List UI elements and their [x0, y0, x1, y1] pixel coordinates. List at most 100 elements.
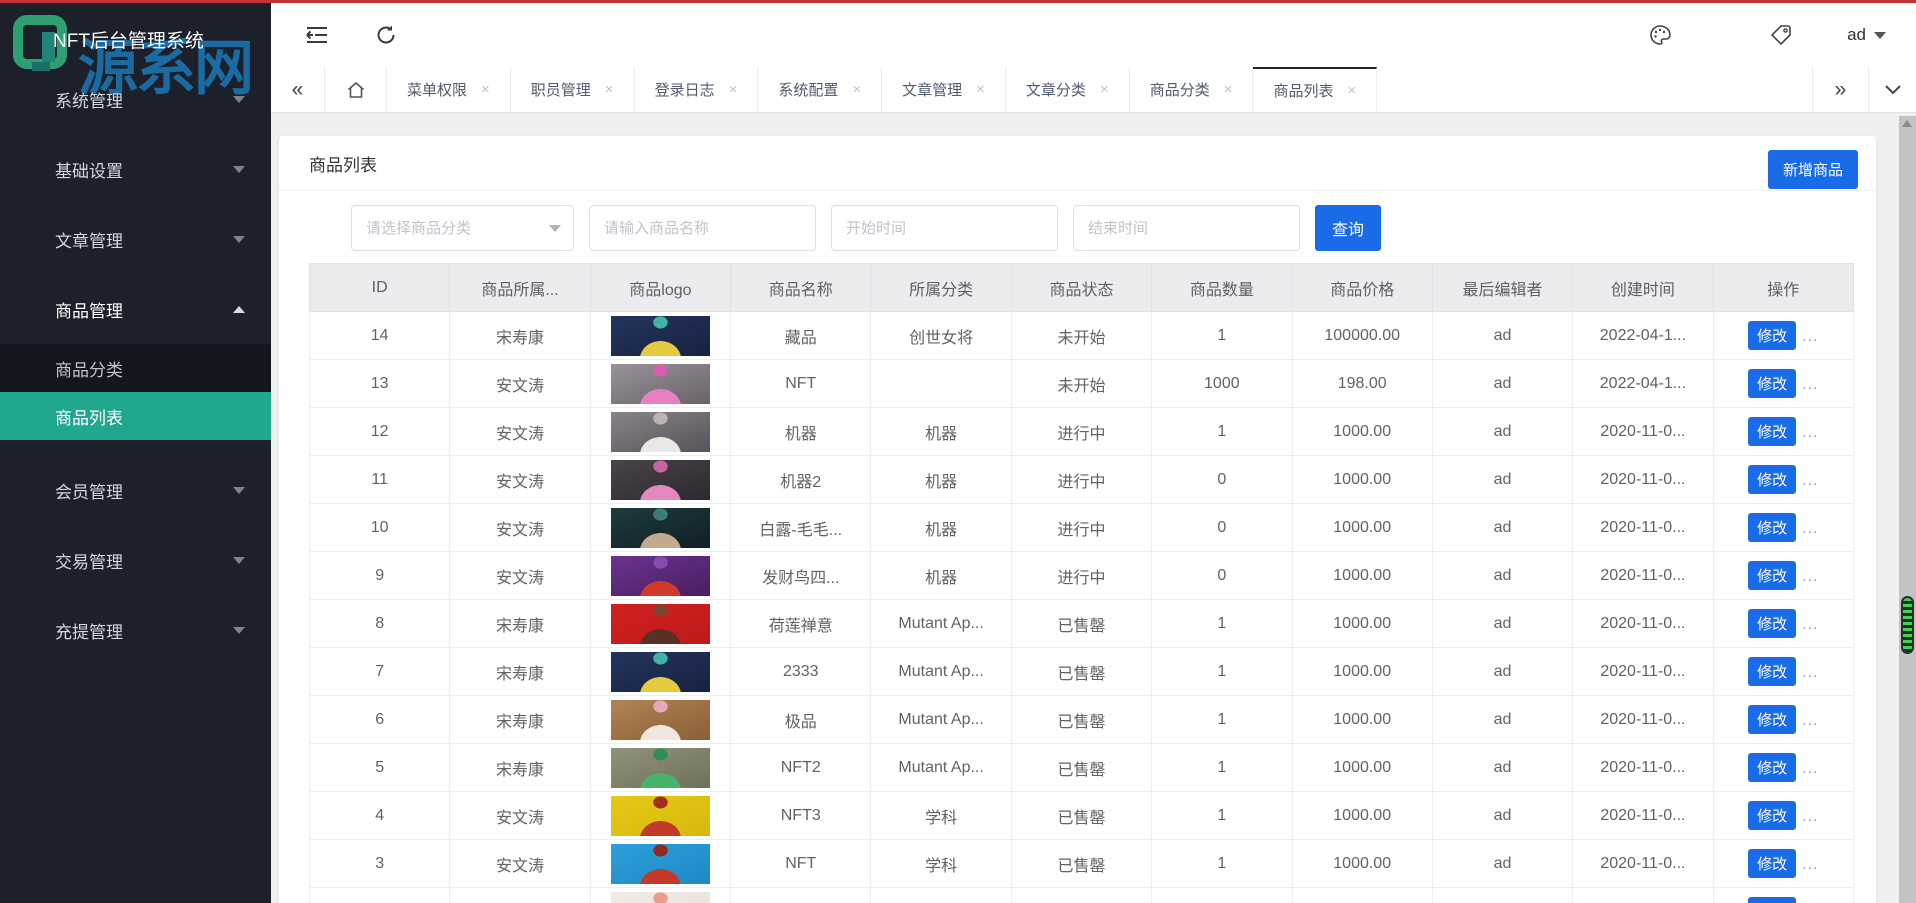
more-actions-icon[interactable]: ...: [1802, 760, 1818, 777]
add-product-button[interactable]: 新增商品: [1767, 150, 1858, 189]
cell-category: Mutant Ap...: [870, 695, 1012, 744]
cell-name: 发财鸟四...: [730, 551, 872, 600]
more-actions-icon[interactable]: ...: [1802, 376, 1818, 393]
edit-button[interactable]: 修改: [1748, 609, 1797, 638]
column-header: 商品价格: [1291, 263, 1433, 312]
tab-item[interactable]: 菜单权限 ×: [387, 67, 511, 112]
cell-created: 2020-11-0...: [1572, 647, 1714, 696]
tab-item[interactable]: 职员管理 ×: [511, 67, 635, 112]
tab-item[interactable]: 商品列表 ×: [1253, 67, 1378, 112]
more-actions-icon[interactable]: ...: [1802, 808, 1818, 825]
edit-button[interactable]: 修改: [1748, 705, 1797, 734]
start-time-input[interactable]: [831, 205, 1058, 251]
tab-item[interactable]: 文章管理 ×: [882, 67, 1006, 112]
cell-name: NFT3: [730, 791, 872, 840]
column-header: 操作: [1712, 263, 1855, 312]
sidebar-subitem[interactable]: 商品列表: [0, 392, 271, 440]
cell-owner: 安文涛: [449, 887, 591, 903]
more-actions-icon[interactable]: ...: [1802, 664, 1818, 681]
cell-status: 已售罄: [1010, 695, 1153, 744]
tabs-dropdown-icon[interactable]: [1868, 67, 1916, 112]
tab-close-icon[interactable]: ×: [1100, 81, 1109, 98]
sidebar-item[interactable]: 系统管理: [0, 64, 271, 134]
cell-price: 1000.00: [1291, 743, 1433, 792]
edit-button[interactable]: 修改: [1748, 561, 1797, 590]
edit-button[interactable]: 修改: [1748, 465, 1797, 494]
tab-item[interactable]: 系统配置 ×: [758, 67, 883, 112]
edit-button[interactable]: 修改: [1748, 369, 1797, 398]
sidebar-item[interactable]: 文章管理: [0, 204, 271, 274]
scrollbar-thumb[interactable]: [1901, 596, 1914, 654]
scrollbar-up-arrow-icon[interactable]: [1902, 120, 1912, 127]
more-actions-icon[interactable]: ...: [1802, 424, 1818, 441]
more-actions-icon[interactable]: ...: [1802, 616, 1818, 633]
cell-created: 2020-11-0...: [1572, 503, 1714, 552]
tabs-scroll-left-icon[interactable]: «: [271, 67, 325, 112]
category-select[interactable]: [351, 205, 574, 251]
sidebar-item-label: 商品管理: [55, 301, 123, 321]
edit-button[interactable]: 修改: [1748, 753, 1797, 782]
home-tab-icon[interactable]: [325, 67, 387, 112]
tab-close-icon[interactable]: ×: [605, 81, 614, 98]
cell-id: 6: [308, 695, 451, 744]
table-row: 14 宋寿康 藏品 创世女将 未开始 1 100000.00 ad 2022-04-1... 修改…: [308, 311, 1855, 360]
tag-icon[interactable]: [1771, 24, 1793, 46]
tab-close-icon[interactable]: ×: [729, 81, 738, 98]
edit-button[interactable]: 修改: [1748, 657, 1797, 686]
product-name-input[interactable]: [589, 205, 816, 251]
product-logo-image: [610, 699, 710, 740]
more-actions-icon[interactable]: ...: [1802, 712, 1818, 729]
end-time-input[interactable]: [1073, 205, 1300, 251]
edit-button[interactable]: 修改: [1748, 897, 1797, 903]
cell-editor: ad: [1431, 551, 1574, 600]
theme-palette-icon[interactable]: [1649, 24, 1671, 46]
sidebar-item[interactable]: 会员管理: [0, 455, 271, 525]
tab-item[interactable]: 登录日志 ×: [635, 67, 759, 112]
sidebar-item[interactable]: 交易管理: [0, 525, 271, 595]
product-logo-cell: [589, 695, 732, 744]
more-actions-icon[interactable]: ...: [1802, 520, 1818, 537]
tab-close-icon[interactable]: ×: [481, 81, 490, 98]
more-actions-icon[interactable]: ...: [1802, 856, 1818, 873]
tab-item[interactable]: 文章分类 ×: [1006, 67, 1130, 112]
collapse-menu-icon[interactable]: [305, 25, 329, 45]
edit-button[interactable]: 修改: [1748, 849, 1797, 878]
cell-category: 机器: [870, 503, 1012, 552]
category-select-input[interactable]: [351, 205, 574, 251]
product-logo-image: [610, 363, 710, 404]
search-button[interactable]: 查询: [1315, 205, 1381, 251]
vertical-scrollbar[interactable]: [1899, 116, 1916, 903]
more-actions-icon[interactable]: ...: [1802, 472, 1818, 489]
sidebar-item-label: 会员管理: [55, 482, 123, 502]
tab-close-icon[interactable]: ×: [1347, 82, 1356, 99]
sidebar-subitem[interactable]: 商品分类: [0, 344, 271, 392]
edit-button[interactable]: 修改: [1748, 417, 1797, 446]
sidebar-item[interactable]: 基础设置: [0, 134, 271, 204]
product-logo-cell: [589, 791, 732, 840]
main-area: ad « 菜单权限 × 职员管理 × 登录日志 × 系统配置 × 文章管理 × 文章分类 × 商品分类 ×…: [271, 3, 1916, 903]
more-actions-icon[interactable]: ...: [1802, 568, 1818, 585]
sidebar-item[interactable]: 充提管理: [0, 595, 271, 665]
cell-category: 学科: [870, 839, 1012, 888]
edit-button[interactable]: 修改: [1748, 801, 1797, 830]
sidebar-item-label: 交易管理: [55, 552, 123, 572]
refresh-icon[interactable]: [375, 24, 397, 46]
column-header: 商品数量: [1151, 263, 1293, 312]
cell-price: 1000.00: [1291, 695, 1433, 744]
chevron-down-icon: [233, 165, 245, 173]
tab-label: 系统配置: [778, 82, 839, 99]
cell-editor: ad: [1431, 791, 1574, 840]
tab-item[interactable]: 商品分类 ×: [1130, 67, 1254, 112]
cell-owner: 安文涛: [449, 407, 591, 456]
tab-close-icon[interactable]: ×: [976, 81, 985, 98]
product-logo-cell: [589, 455, 732, 504]
more-actions-icon[interactable]: ...: [1802, 328, 1818, 345]
tabs-scroll-right-icon[interactable]: »: [1812, 67, 1868, 112]
tab-close-icon[interactable]: ×: [1224, 81, 1233, 98]
column-header: 商品logo: [589, 263, 732, 312]
edit-button[interactable]: 修改: [1748, 321, 1797, 350]
sidebar-item[interactable]: 商品管理: [0, 274, 271, 344]
user-menu[interactable]: ad: [1847, 25, 1886, 45]
tab-close-icon[interactable]: ×: [852, 81, 861, 98]
edit-button[interactable]: 修改: [1748, 513, 1797, 542]
